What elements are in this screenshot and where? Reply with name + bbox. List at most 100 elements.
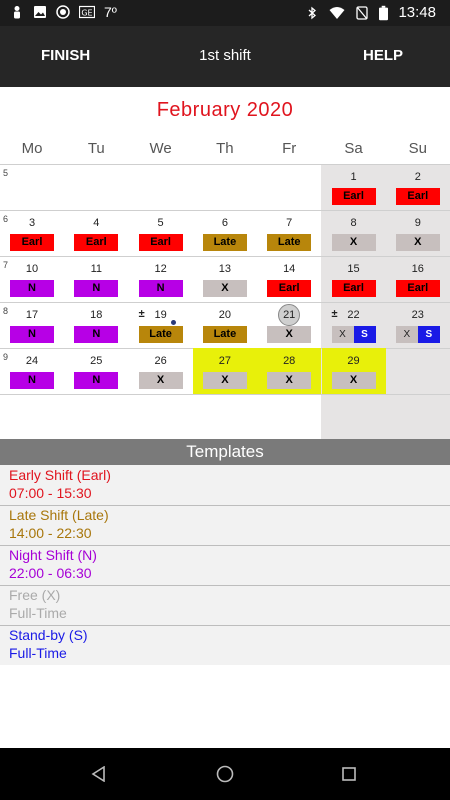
shift-label: N xyxy=(10,326,54,343)
day-number: 17 xyxy=(25,309,39,321)
day-cell[interactable]: 27 X xyxy=(193,348,257,394)
change-marker: ± xyxy=(138,308,145,320)
day-cell[interactable]: 23 X S xyxy=(386,302,450,348)
day-cell[interactable]: 1 Earl xyxy=(322,164,386,210)
day-cell[interactable]: 5 Earl xyxy=(129,210,193,256)
clock: 13:48 xyxy=(398,4,436,21)
recents-icon[interactable] xyxy=(342,767,356,781)
day-cell[interactable]: 29 X xyxy=(322,348,386,394)
split-shift: XS xyxy=(395,326,440,343)
templates-list: Early Shift (Earl) 07:00 - 15:30 Late Shif… xyxy=(0,465,450,665)
shift-label: X xyxy=(267,326,312,343)
day-number: 14 xyxy=(283,263,296,275)
day-number: 24 xyxy=(25,355,39,367)
day-number: 25 xyxy=(90,355,103,367)
day-number: 6 xyxy=(221,217,228,229)
temperature: 7º xyxy=(104,4,117,20)
shift-label: N xyxy=(74,326,119,343)
shift-label: X xyxy=(395,234,440,251)
day-number: 7 xyxy=(286,217,293,229)
navigation-bar xyxy=(0,748,450,800)
day-cell[interactable]: 12 N xyxy=(129,256,193,302)
template-item[interactable]: Night Shift (N) 22:00 - 06:30 xyxy=(0,545,450,585)
day-cell xyxy=(64,164,128,210)
day-number: 29 xyxy=(347,355,360,367)
change-marker: ± xyxy=(331,308,338,320)
day-cell[interactable]: 22 ± X S xyxy=(322,302,386,348)
shift-label: Earl xyxy=(395,280,440,297)
day-cell[interactable]: 11 N xyxy=(64,256,128,302)
day-cell[interactable]: 7 Late xyxy=(257,210,321,256)
day-cell[interactable]: 19 ± Late xyxy=(129,302,193,348)
shift-label: Earl xyxy=(138,234,183,251)
shift-label: X xyxy=(267,372,312,389)
shift-label: X xyxy=(331,234,376,251)
day-number: 16 xyxy=(411,263,424,275)
shift-label-free: X xyxy=(395,326,418,343)
day-number: 1 xyxy=(350,171,357,183)
day-cell[interactable]: 10 N xyxy=(0,256,64,302)
shift-label: N xyxy=(138,280,183,297)
camera-icon xyxy=(56,5,70,19)
template-time: Full-Time xyxy=(9,605,67,621)
battery-icon xyxy=(379,5,389,20)
shift-label: Earl xyxy=(267,280,312,297)
day-cell xyxy=(257,164,321,210)
wifi-icon xyxy=(329,6,345,19)
day-cell[interactable]: 3 Earl xyxy=(0,210,64,256)
image-icon xyxy=(34,6,46,18)
shift-label: Late xyxy=(202,234,247,251)
shift-label: N xyxy=(10,280,54,297)
day-number: 21 xyxy=(283,309,296,321)
day-cell[interactable]: 8X xyxy=(322,210,386,256)
day-cell[interactable]: 28 X xyxy=(257,348,321,394)
template-item[interactable]: Stand-by (S) Full-Time xyxy=(0,625,450,665)
day-cell[interactable]: 4 Earl xyxy=(64,210,128,256)
month-title: February 2020 xyxy=(156,99,294,121)
shift-label: N xyxy=(74,280,119,297)
day-number: 11 xyxy=(90,263,102,275)
day-cell[interactable]: 24 N xyxy=(0,348,64,394)
template-item[interactable]: Late Shift (Late) 14:00 - 22:30 xyxy=(0,505,450,545)
shift-label: Late xyxy=(138,326,183,343)
split-shift: XS xyxy=(331,326,376,343)
day-number: 9 xyxy=(414,217,421,229)
help-button[interactable]: HELP xyxy=(363,47,403,64)
template-item[interactable]: Free (X) Full-Time xyxy=(0,585,450,625)
template-name: Night Shift (N) xyxy=(9,547,97,563)
template-time: 07:00 - 15:30 xyxy=(9,485,92,501)
day-cell[interactable]: 13 X xyxy=(193,256,257,302)
day-number: 18 xyxy=(90,309,103,321)
day-number: 4 xyxy=(93,217,100,229)
day-cell[interactable]: 15 Earl xyxy=(322,256,386,302)
shift-label: Earl xyxy=(10,234,54,251)
day-cell[interactable]: 17 N xyxy=(0,302,64,348)
day-cell[interactable]: 9X xyxy=(386,210,450,256)
day-cell xyxy=(0,164,64,210)
day-cell[interactable]: 14 Earl xyxy=(257,256,321,302)
day-number: 15 xyxy=(347,263,360,275)
weekday-header: We xyxy=(149,140,172,157)
weekday-header: Tu xyxy=(87,140,105,157)
day-cell[interactable]: 2 Earl xyxy=(386,164,450,210)
template-item[interactable]: Early Shift (Earl) 07:00 - 15:30 xyxy=(0,465,450,505)
home-icon[interactable] xyxy=(216,765,234,783)
shift-label: Earl xyxy=(331,188,376,205)
shift-label: Late xyxy=(202,326,247,343)
day-number: 10 xyxy=(25,263,39,275)
template-name: Late Shift (Late) xyxy=(9,507,109,523)
day-cell[interactable]: 20 Late xyxy=(193,302,257,348)
shift-label: N xyxy=(74,372,119,389)
day-cell[interactable]: 18 N xyxy=(64,302,128,348)
template-name: Stand-by (S) xyxy=(9,627,88,643)
shift-label-free: X xyxy=(331,326,354,343)
day-cell[interactable]: 21 X xyxy=(257,302,321,348)
day-cell[interactable]: 16 Earl xyxy=(386,256,450,302)
finish-button[interactable]: FINISH xyxy=(41,47,90,64)
day-cell[interactable]: 25 N xyxy=(64,348,128,394)
day-cell[interactable]: 26 X xyxy=(129,348,193,394)
template-name: Early Shift (Earl) xyxy=(9,467,111,483)
shift-label-standby: S xyxy=(417,326,440,343)
day-cell[interactable]: 6 Late xyxy=(193,210,257,256)
back-icon[interactable] xyxy=(91,766,107,782)
